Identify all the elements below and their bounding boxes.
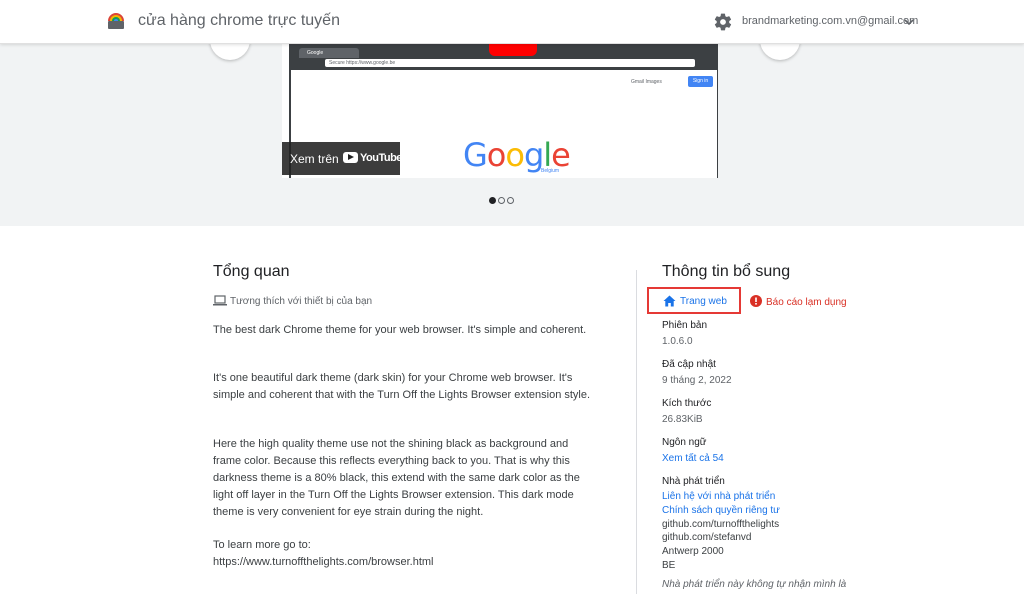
description-paragraph: Here the high quality theme use not the …	[213, 438, 580, 518]
overview-title: Tổng quan	[213, 263, 290, 280]
carousel-dot-3[interactable]	[507, 197, 514, 204]
version-label: Phiên bản	[662, 320, 708, 331]
additional-info-title: Thông tin bổ sung	[662, 263, 791, 280]
website-button[interactable]: Trang web	[647, 287, 741, 314]
laptop-icon	[213, 295, 227, 306]
description-url: https://www.turnoffthelights.com/browser…	[213, 556, 434, 568]
compatibility-text: Tương thích với thiết bị của bạn	[230, 296, 373, 307]
account-email[interactable]: brandmarketing.com.vn@gmail.com	[742, 15, 918, 27]
browser-omnibox: Secure https://www.google.be	[325, 59, 695, 67]
description-paragraph: The best dark Chrome theme for your web …	[213, 324, 587, 336]
language-label: Ngôn ngữ	[662, 437, 707, 448]
privacy-policy-link[interactable]: Chính sách quyền riêng tư	[662, 505, 780, 516]
size-value: 26.83KiB	[662, 414, 703, 425]
youtube-label: YouTube	[360, 152, 402, 164]
top-bar: cửa hàng chrome trực tuyến brandmarketin…	[0, 0, 1024, 44]
google-region-label: Belgium	[541, 168, 560, 174]
browser-tab-label: Google	[299, 48, 359, 58]
contact-developer-link[interactable]: Liên hệ với nhà phát triển	[662, 491, 775, 502]
screenshot-carousel: ‹ › Google Secure https://www.google.be …	[0, 20, 1024, 226]
developer-trader-note: Nhà phát triển này không tự nhận mình là	[662, 579, 847, 590]
developer-address-line: BE	[662, 560, 676, 571]
updated-label: Đã cập nhật	[662, 359, 716, 370]
size-label: Kích thước	[662, 398, 712, 409]
developer-address-line: Antwerp 2000	[662, 546, 724, 557]
see-all-languages-link[interactable]: Xem tất cả 54	[662, 453, 724, 464]
chrome-web-store-logo[interactable]	[107, 12, 125, 30]
watch-on-youtube-button[interactable]: Xem trên YouTube	[282, 142, 402, 175]
description-paragraph: It's one beautiful dark theme (dark skin…	[213, 372, 591, 401]
compatibility-note: Tương thích với thiết bị của bạn	[213, 295, 372, 307]
website-button-label: Trang web	[680, 296, 727, 307]
google-signin-button: Sign in	[688, 76, 713, 87]
youtube-logo-icon	[343, 152, 358, 163]
version-value: 1.0.6.0	[662, 336, 693, 347]
report-abuse-label: Báo cáo lạm dụng	[766, 297, 847, 308]
gear-icon[interactable]	[713, 12, 733, 32]
description-paragraph: To learn more go to:	[213, 539, 311, 551]
chevron-down-icon[interactable]	[904, 17, 914, 27]
google-top-links: Gmail Images	[631, 79, 662, 85]
column-divider	[636, 270, 637, 594]
developer-label: Nhà phát triển	[662, 476, 725, 487]
developer-address-line: github.com/stefanvd	[662, 532, 752, 543]
home-icon	[663, 295, 676, 307]
youtube-play-icon[interactable]	[489, 44, 537, 56]
carousel-dots	[489, 191, 516, 209]
developer-address-line: github.com/turnoffthelights	[662, 519, 780, 530]
carousel-dot-2[interactable]	[498, 197, 505, 204]
report-abuse-link[interactable]: Báo cáo lạm dụng	[750, 295, 847, 308]
carousel-dot-1[interactable]	[489, 197, 496, 204]
store-title[interactable]: cửa hàng chrome trực tuyến	[138, 12, 340, 30]
updated-value: 9 tháng 2, 2022	[662, 375, 732, 386]
alert-icon	[750, 295, 762, 307]
watch-on-label: Xem trên	[290, 152, 339, 166]
